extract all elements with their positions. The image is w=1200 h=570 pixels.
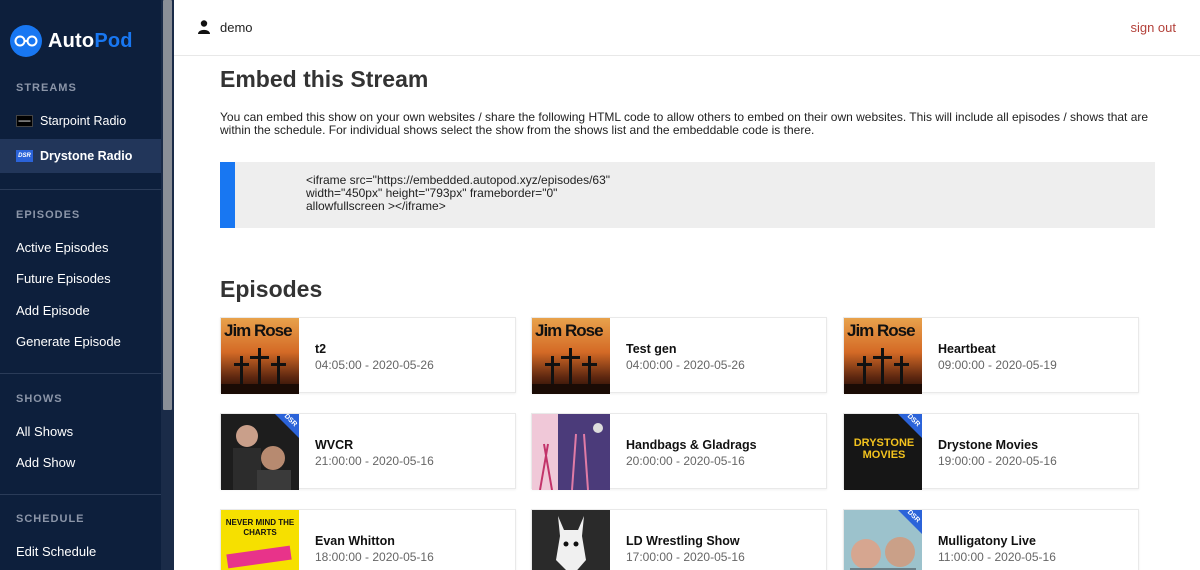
divider	[0, 494, 161, 495]
sidebar-item-add-episode[interactable]: Add Episode	[0, 293, 161, 327]
brand-name: AutoPod	[48, 29, 133, 52]
shows-header: SHOWS	[16, 393, 63, 405]
embed-description: You can embed this show on your own webs…	[220, 110, 1149, 137]
episode-thumbnail: DSR	[844, 510, 922, 570]
episode-time: 11:00:00 - 2020-05-16	[938, 550, 1056, 564]
episode-time: 18:00:00 - 2020-05-16	[315, 550, 434, 564]
autopod-logo[interactable]: AutoPod	[10, 24, 133, 58]
topbar: demo sign out	[174, 0, 1200, 56]
episode-card[interactable]: DSR WVCR 21:00:00 - 2020-05-16	[220, 413, 516, 490]
schedule-header: SCHEDULE	[16, 513, 85, 525]
episode-card[interactable]: Jim Rose Test gen 04:00:00 - 2020-05-26	[531, 317, 827, 394]
episode-card[interactable]: Handbags & Gladrags 20:00:00 - 2020-05-1…	[531, 413, 827, 490]
embed-code-block[interactable]: <iframe src="https://embedded.autopod.xy…	[220, 162, 1155, 228]
sidebar-item-edit-schedule[interactable]: Edit Schedule	[0, 534, 161, 568]
thumb-caption: NEVER MIND THE CHARTS	[225, 518, 295, 537]
episode-time: 09:00:00 - 2020-05-19	[938, 358, 1057, 372]
episode-card[interactable]: NEVER MIND THE CHARTS Evan Whitton 18:00…	[220, 509, 516, 570]
sidebar-item-future-episodes[interactable]: Future Episodes	[0, 261, 161, 295]
episode-title: Mulligatony Live	[938, 534, 1036, 548]
thumb-caption: DRYSTONE MOVIES	[853, 437, 915, 461]
episodes-title: Episodes	[220, 276, 323, 302]
episode-title: Evan Whitton	[315, 534, 395, 548]
crosses-icon	[532, 348, 610, 394]
sidebar-item-drystone-radio[interactable]: DSR Drystone Radio	[0, 139, 161, 173]
episode-time: 17:00:00 - 2020-05-16	[626, 550, 745, 564]
sidebar-item-all-shows[interactable]: All Shows	[0, 414, 161, 448]
streams-header: STREAMS	[16, 82, 77, 94]
episode-title: Heartbeat	[938, 342, 996, 356]
sidebar: AutoPod STREAMS ▬▬ Starpoint Radio DSR D…	[0, 0, 174, 570]
episodes-header: EPISODES	[16, 209, 81, 221]
llama-logo-icon	[532, 510, 610, 570]
sticker-icon	[226, 545, 292, 569]
sidebar-scrollbar[interactable]	[161, 0, 174, 570]
episode-title: Drystone Movies	[938, 438, 1039, 452]
episode-thumbnail: Jim Rose	[532, 318, 610, 394]
sidebar-item-generate-episode[interactable]: Generate Episode	[0, 324, 161, 358]
episode-thumbnail	[532, 510, 610, 570]
divider	[0, 189, 161, 190]
scrollbar-thumb[interactable]	[163, 0, 172, 410]
sidebar-item-starpoint-radio[interactable]: ▬▬ Starpoint Radio	[0, 104, 161, 138]
episode-card[interactable]: Jim Rose t2 04:05:00 - 2020-05-26	[220, 317, 516, 394]
glasses-icon	[10, 25, 42, 57]
starpoint-logo-icon: ▬▬	[16, 115, 33, 127]
crosses-icon	[221, 348, 299, 394]
episode-time: 04:05:00 - 2020-05-26	[315, 358, 434, 372]
divider	[0, 373, 161, 374]
episode-thumbnail: DRYSTONE MOVIES DSR	[844, 414, 922, 490]
episode-title: Test gen	[626, 342, 677, 356]
episode-thumbnail	[532, 414, 610, 490]
episode-time: 04:00:00 - 2020-05-26	[626, 358, 745, 372]
episode-time: 19:00:00 - 2020-05-16	[938, 454, 1057, 468]
embed-title: Embed this Stream	[220, 66, 429, 92]
username: demo	[220, 20, 253, 35]
dsr-logo-icon: DSR	[16, 150, 33, 162]
episode-thumbnail: NEVER MIND THE CHARTS	[221, 510, 299, 570]
episode-card[interactable]: DRYSTONE MOVIES DSR Drystone Movies 19:0…	[843, 413, 1139, 490]
sidebar-item-label: Starpoint Radio	[40, 114, 127, 128]
episode-thumbnail: Jim Rose	[221, 318, 299, 394]
episode-title: LD Wrestling Show	[626, 534, 740, 548]
episode-card[interactable]: LD Wrestling Show 17:00:00 - 2020-05-16	[531, 509, 827, 570]
user-icon	[198, 20, 210, 34]
episode-card[interactable]: Jim Rose Heartbeat 09:00:00 - 2020-05-19	[843, 317, 1139, 394]
episode-card[interactable]: DSR Mulligatony Live 11:00:00 - 2020-05-…	[843, 509, 1139, 570]
crosses-icon	[844, 348, 922, 394]
episode-title: t2	[315, 342, 327, 356]
episode-title: WVCR	[315, 438, 354, 452]
sidebar-item-label: Drystone Radio	[40, 149, 133, 163]
episode-thumbnail: DSR	[221, 414, 299, 490]
embed-code[interactable]: <iframe src="https://embedded.autopod.xy…	[306, 174, 610, 213]
episode-title: Handbags & Gladrags	[626, 438, 757, 452]
episode-time: 21:00:00 - 2020-05-16	[315, 454, 434, 468]
sidebar-item-active-episodes[interactable]: Active Episodes	[0, 230, 161, 264]
sign-out-link[interactable]: sign out	[1130, 20, 1176, 35]
episode-thumbnail: Jim Rose	[844, 318, 922, 394]
sidebar-item-add-show[interactable]: Add Show	[0, 445, 161, 479]
episode-time: 20:00:00 - 2020-05-16	[626, 454, 745, 468]
handbags-art-icon	[532, 414, 610, 490]
